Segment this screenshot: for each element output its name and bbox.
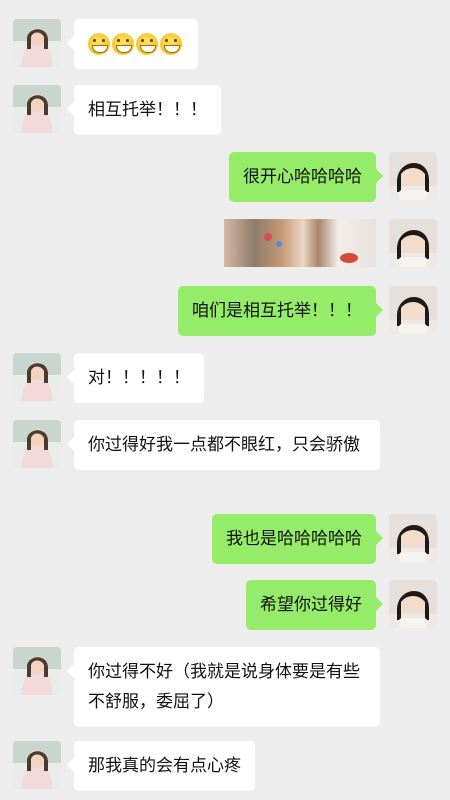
chat-bubble[interactable]: 我也是哈哈哈哈哈: [212, 514, 383, 564]
chat-bubble[interactable]: 你过得不好（我就是说身体要是有些不舒服，委屈了）: [67, 647, 380, 727]
chat-bubble[interactable]: 相互托举！！！: [67, 85, 221, 135]
grinning-face-icon: [160, 33, 182, 55]
my-avatar[interactable]: [389, 152, 437, 200]
friend-avatar[interactable]: [13, 647, 61, 695]
chat-bubble[interactable]: [67, 19, 198, 69]
chat-bubble[interactable]: 对！！！！！: [67, 353, 204, 403]
friend-avatar[interactable]: [13, 741, 61, 789]
photo-detail: [264, 233, 272, 241]
friend-avatar[interactable]: [13, 19, 61, 67]
chat-bubble[interactable]: 希望你过得好: [246, 580, 383, 630]
photo-detail: [340, 253, 358, 263]
chat-bubble[interactable]: 你过得好我一点都不眼红，只会骄傲: [67, 420, 380, 470]
grinning-face-icon: [88, 33, 110, 55]
friend-avatar[interactable]: [13, 353, 61, 401]
my-avatar[interactable]: [389, 219, 437, 267]
grinning-face-icon: [136, 33, 158, 55]
photo-thumbnail[interactable]: [224, 219, 376, 267]
my-avatar[interactable]: [389, 514, 437, 562]
friend-avatar[interactable]: [13, 420, 61, 468]
grinning-face-icon: [112, 33, 134, 55]
my-avatar[interactable]: [389, 286, 437, 334]
chat-bubble[interactable]: 很开心哈哈哈哈: [229, 152, 383, 202]
photo-detail: [276, 241, 282, 247]
chat-bubble[interactable]: 咱们是相互托举！！！: [178, 286, 383, 336]
my-avatar[interactable]: [389, 580, 437, 628]
friend-avatar[interactable]: [13, 85, 61, 133]
chat-bubble[interactable]: 那我真的会有点心疼: [67, 741, 255, 791]
